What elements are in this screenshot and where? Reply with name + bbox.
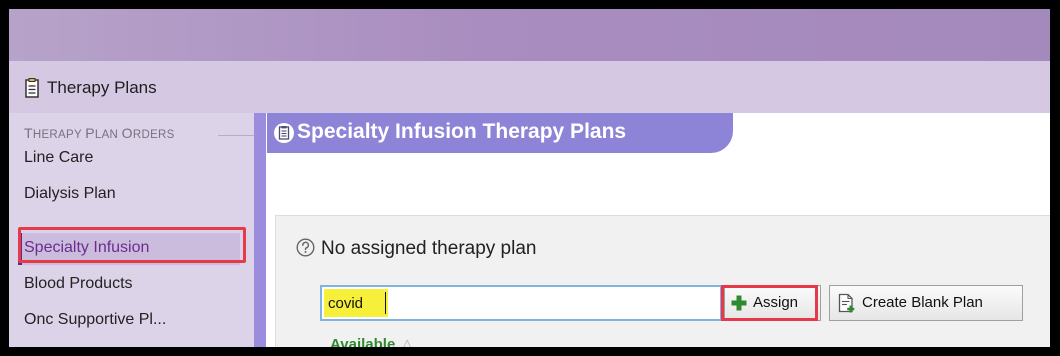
sidebar-item-onc-supportive[interactable]: Onc Supportive Pl... — [24, 311, 166, 329]
sidebar-section-heading: THERAPY PLAN ORDERS — [24, 125, 175, 141]
section-heading-initial: P — [85, 125, 95, 141]
content-accent-bar — [254, 113, 266, 347]
annotation-highlight-sidebar — [18, 227, 246, 263]
help-circle-icon[interactable] — [296, 238, 315, 262]
section-heading-part: LAN — [94, 129, 122, 141]
search-input[interactable] — [324, 289, 388, 317]
clipboard-circle-icon — [273, 122, 295, 149]
create-blank-plan-button[interactable]: Create Blank Plan — [829, 285, 1023, 321]
section-divider — [218, 135, 254, 136]
section-heading-initial: T — [24, 125, 33, 141]
therapy-plan-search[interactable] — [320, 285, 722, 321]
annotation-highlight-assign — [721, 285, 818, 321]
sidebar-item-blood-products[interactable]: Blood Products — [24, 275, 133, 293]
create-blank-plan-label: Create Blank Plan — [862, 294, 983, 311]
section-heading-part: RDERS — [132, 129, 175, 141]
available-section-toggle[interactable]: Available △ — [330, 335, 413, 347]
window-title: Therapy Plans — [47, 78, 157, 97]
section-heading-part: HERAPY — [32, 129, 86, 141]
sidebar-item-line-care[interactable]: Line Care — [24, 149, 93, 167]
chevron-up-icon: △ — [401, 336, 413, 347]
title-bar: Therapy Plans — [9, 61, 1050, 113]
text-cursor — [385, 292, 386, 314]
assign-panel: No assigned therapy plan — [275, 215, 1050, 347]
section-heading-initial: O — [121, 125, 133, 141]
top-banner — [9, 9, 1050, 61]
app-window: Therapy Plans THERAPY PLAN ORDERS Line C… — [9, 9, 1050, 347]
clipboard-icon — [25, 78, 39, 103]
available-label: Available — [330, 336, 396, 347]
status-text: No assigned therapy plan — [321, 238, 537, 259]
sidebar-item-dialysis-plan[interactable]: Dialysis Plan — [24, 185, 116, 203]
section-title: Specialty Infusion Therapy Plans — [297, 120, 627, 143]
section-header: Specialty Infusion Therapy Plans — [267, 113, 733, 153]
new-document-icon — [838, 293, 856, 317]
